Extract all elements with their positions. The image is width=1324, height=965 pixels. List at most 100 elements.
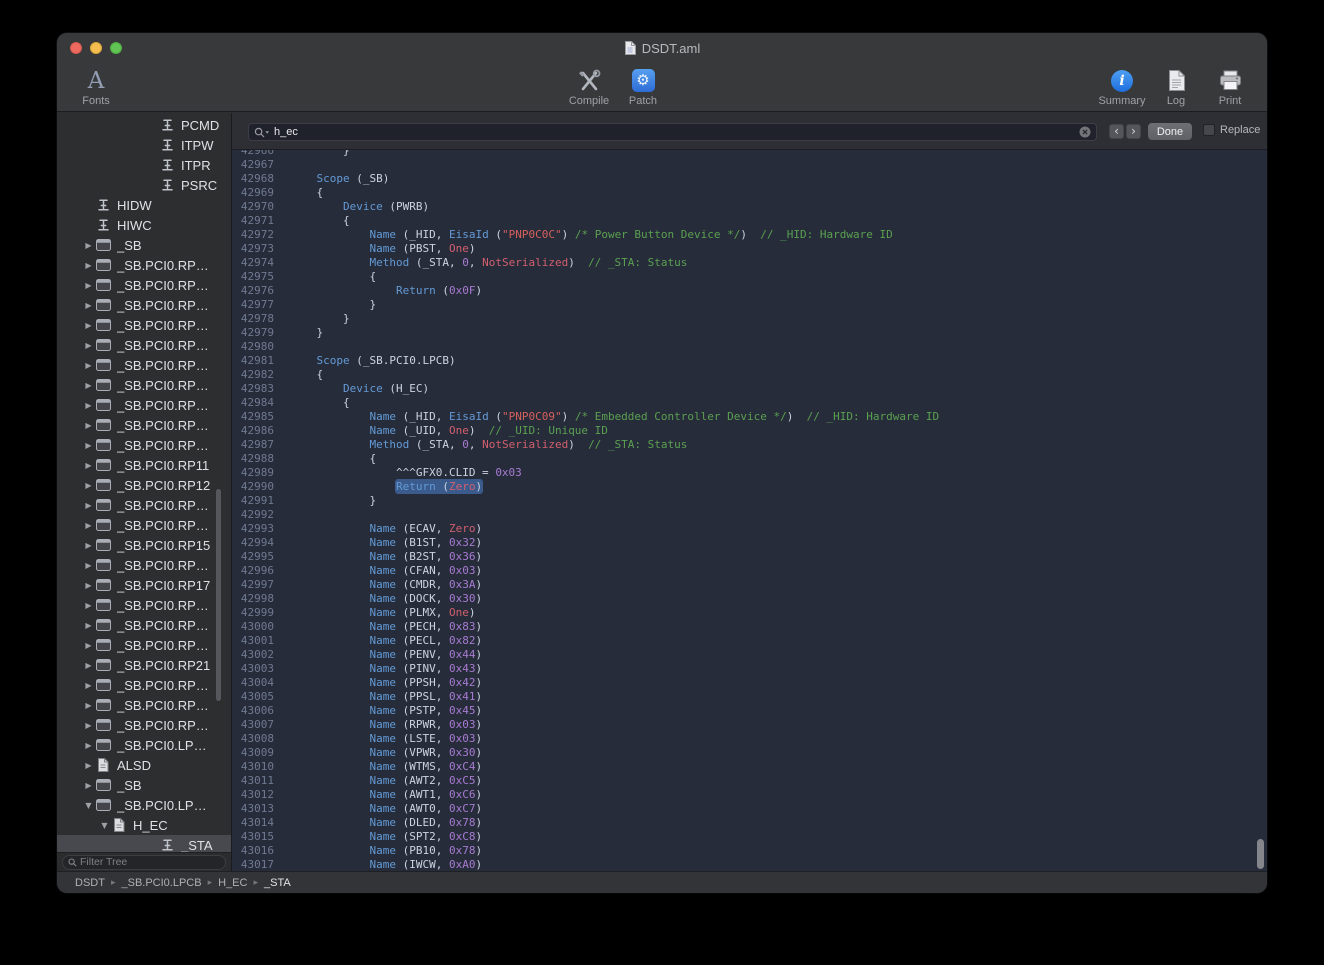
summary-button[interactable]: i Summary bbox=[1095, 67, 1149, 107]
filter-field[interactable] bbox=[62, 855, 226, 870]
disclosure-closed-icon[interactable]: ▶ bbox=[82, 621, 95, 630]
search-input[interactable] bbox=[274, 126, 1075, 138]
next-result-button[interactable]: › bbox=[1126, 124, 1141, 139]
disclosure-closed-icon[interactable]: ▶ bbox=[82, 441, 95, 450]
code-line: 42975 { bbox=[232, 270, 1267, 284]
tree-item-_sbpci0rp11[interactable]: ▶_SB.PCI0.RP11 bbox=[57, 455, 231, 475]
tree-item-_sbpci0rp[interactable]: ▶_SB.PCI0.RP… bbox=[57, 615, 231, 635]
tree-item-label: _SB.PCI0.LP… bbox=[117, 738, 207, 753]
code-line: 42968 Scope (_SB) bbox=[232, 172, 1267, 186]
tree-item-_sbpci0rp[interactable]: ▶_SB.PCI0.RP… bbox=[57, 635, 231, 655]
tree-item-_sbpci0rp[interactable]: ▶_SB.PCI0.RP… bbox=[57, 715, 231, 735]
disclosure-closed-icon[interactable]: ▶ bbox=[82, 601, 95, 610]
tree-item-_sbpci0rp[interactable]: ▶_SB.PCI0.RP… bbox=[57, 335, 231, 355]
disclosure-closed-icon[interactable]: ▶ bbox=[82, 461, 95, 470]
disclosure-closed-icon[interactable]: ▶ bbox=[82, 741, 95, 750]
search-menu-icon[interactable] bbox=[254, 127, 270, 138]
disclosure-closed-icon[interactable]: ▶ bbox=[82, 421, 95, 430]
log-button[interactable]: Log bbox=[1149, 67, 1203, 107]
disclosure-closed-icon[interactable]: ▶ bbox=[82, 241, 95, 250]
tree-item-_sta[interactable]: _STA bbox=[57, 835, 231, 852]
disclosure-open-icon[interactable]: ▼ bbox=[82, 801, 95, 810]
tree-item-_sbpci0rp[interactable]: ▶_SB.PCI0.RP… bbox=[57, 495, 231, 515]
tree-item-h_ec[interactable]: ▼H_EC bbox=[57, 815, 231, 835]
code-line: 42971 { bbox=[232, 214, 1267, 228]
code-line: 42976 Return (0x0F) bbox=[232, 284, 1267, 298]
sidebar-scrollbar[interactable] bbox=[216, 489, 221, 701]
disclosure-open-icon[interactable]: ▼ bbox=[98, 821, 111, 830]
tree-item-_sbpci0rp[interactable]: ▶_SB.PCI0.RP… bbox=[57, 435, 231, 455]
breadcrumb-item[interactable]: _STA bbox=[264, 877, 291, 889]
tree-item-_sbpci0rp21[interactable]: ▶_SB.PCI0.RP21 bbox=[57, 655, 231, 675]
tree-item-alsd[interactable]: ▶ALSD bbox=[57, 755, 231, 775]
disclosure-closed-icon[interactable]: ▶ bbox=[82, 581, 95, 590]
tree-item-_sbpci0rp[interactable]: ▶_SB.PCI0.RP… bbox=[57, 295, 231, 315]
disclosure-closed-icon[interactable]: ▶ bbox=[82, 361, 95, 370]
disclosure-closed-icon[interactable]: ▶ bbox=[82, 301, 95, 310]
tree-item-pcmd[interactable]: PCMD bbox=[57, 115, 231, 135]
tree-item-_sbpci0rp12[interactable]: ▶_SB.PCI0.RP12 bbox=[57, 475, 231, 495]
disclosure-closed-icon[interactable]: ▶ bbox=[82, 501, 95, 510]
code-editor[interactable]: 42966 }4296742968 Scope (_SB)42969 {4297… bbox=[232, 150, 1267, 871]
tree-item-_sbpci0lp[interactable]: ▶ _SB.PCI0.LP… bbox=[57, 735, 231, 755]
code-line: 42983 Device (H_EC) bbox=[232, 382, 1267, 396]
compile-button[interactable]: Compile bbox=[562, 67, 616, 107]
disclosure-closed-icon[interactable]: ▶ bbox=[82, 401, 95, 410]
tree-item-itpw[interactable]: ITPW bbox=[57, 135, 231, 155]
previous-result-button[interactable]: ‹ bbox=[1109, 124, 1124, 139]
fonts-button[interactable]: A Fonts bbox=[69, 67, 123, 107]
tree-item-_sbpci0rp[interactable]: ▶_SB.PCI0.RP… bbox=[57, 675, 231, 695]
tree-item-hiwc[interactable]: HIWC bbox=[57, 215, 231, 235]
breadcrumb-item[interactable]: DSDT bbox=[75, 877, 105, 889]
disclosure-closed-icon[interactable]: ▶ bbox=[82, 761, 95, 770]
tree-item-_sb[interactable]: ▶_SB bbox=[57, 775, 231, 795]
tree-item-_sbpci0rp[interactable]: ▶_SB.PCI0.RP… bbox=[57, 355, 231, 375]
breadcrumb-item[interactable]: H_EC bbox=[218, 877, 247, 889]
tree-item-_sbpci0rp15[interactable]: ▶_SB.PCI0.RP15 bbox=[57, 535, 231, 555]
tree-item-_sbpci0rp[interactable]: ▶_SB.PCI0.RP… bbox=[57, 395, 231, 415]
replace-checkbox[interactable] bbox=[1203, 124, 1215, 136]
disclosure-closed-icon[interactable]: ▶ bbox=[82, 701, 95, 710]
tree-item-_sbpci0rp[interactable]: ▶_SB.PCI0.RP… bbox=[57, 695, 231, 715]
code-line: 42974 Method (_STA, 0, NotSerialized) //… bbox=[232, 256, 1267, 270]
code-line: 42993 Name (ECAV, Zero) bbox=[232, 522, 1267, 536]
tree-item-psrc[interactable]: PSRC bbox=[57, 175, 231, 195]
disclosure-closed-icon[interactable]: ▶ bbox=[82, 641, 95, 650]
tree-item-_sb[interactable]: ▶_SB bbox=[57, 235, 231, 255]
tree-item-_sbpci0rp[interactable]: ▶_SB.PCI0.RP… bbox=[57, 555, 231, 575]
disclosure-closed-icon[interactable]: ▶ bbox=[82, 681, 95, 690]
tree-item-_sbpci0rp17[interactable]: ▶_SB.PCI0.RP17 bbox=[57, 575, 231, 595]
disclosure-closed-icon[interactable]: ▶ bbox=[82, 381, 95, 390]
code-line-text: { bbox=[290, 368, 323, 381]
patch-button[interactable]: ⚙ Patch bbox=[616, 67, 670, 107]
tree-item-hidw[interactable]: HIDW bbox=[57, 195, 231, 215]
disclosure-closed-icon[interactable]: ▶ bbox=[82, 321, 95, 330]
tree-item-_sbpci0rp[interactable]: ▶_SB.PCI0.RP… bbox=[57, 515, 231, 535]
disclosure-closed-icon[interactable]: ▶ bbox=[82, 721, 95, 730]
disclosure-closed-icon[interactable]: ▶ bbox=[82, 661, 95, 670]
tree-item-_sbpci0rp[interactable]: ▶_SB.PCI0.RP… bbox=[57, 315, 231, 335]
disclosure-closed-icon[interactable]: ▶ bbox=[82, 341, 95, 350]
disclosure-closed-icon[interactable]: ▶ bbox=[82, 561, 95, 570]
tree-item-_sbpci0lp[interactable]: ▼_SB.PCI0.LP… bbox=[57, 795, 231, 815]
tree-item-_sbpci0rp[interactable]: ▶_SB.PCI0.RP… bbox=[57, 375, 231, 395]
disclosure-closed-icon[interactable]: ▶ bbox=[82, 781, 95, 790]
disclosure-closed-icon[interactable]: ▶ bbox=[82, 281, 95, 290]
tree-item-_sbpci0rp[interactable]: ▶_SB.PCI0.RP… bbox=[57, 255, 231, 275]
tree-item-itpr[interactable]: ITPR bbox=[57, 155, 231, 175]
tree-item-_sbpci0rp[interactable]: ▶_SB.PCI0.RP… bbox=[57, 275, 231, 295]
breadcrumb-item[interactable]: _SB.PCI0.LPCB bbox=[121, 877, 201, 889]
filter-tree-input[interactable] bbox=[80, 856, 220, 868]
tree-item-_sbpci0rp[interactable]: ▶_SB.PCI0.RP… bbox=[57, 415, 231, 435]
clear-search-icon[interactable] bbox=[1079, 126, 1091, 138]
tree-item-_sbpci0rp[interactable]: ▶_SB.PCI0.RP… bbox=[57, 595, 231, 615]
disclosure-closed-icon[interactable]: ▶ bbox=[82, 521, 95, 530]
done-button[interactable]: Done bbox=[1148, 123, 1192, 140]
tree-item-label: _STA bbox=[181, 838, 213, 853]
line-number: 43003 bbox=[232, 662, 274, 676]
print-button[interactable]: Print bbox=[1203, 67, 1257, 107]
editor-scrollbar[interactable] bbox=[1257, 839, 1264, 869]
disclosure-closed-icon[interactable]: ▶ bbox=[82, 541, 95, 550]
disclosure-closed-icon[interactable]: ▶ bbox=[82, 261, 95, 270]
disclosure-closed-icon[interactable]: ▶ bbox=[82, 481, 95, 490]
